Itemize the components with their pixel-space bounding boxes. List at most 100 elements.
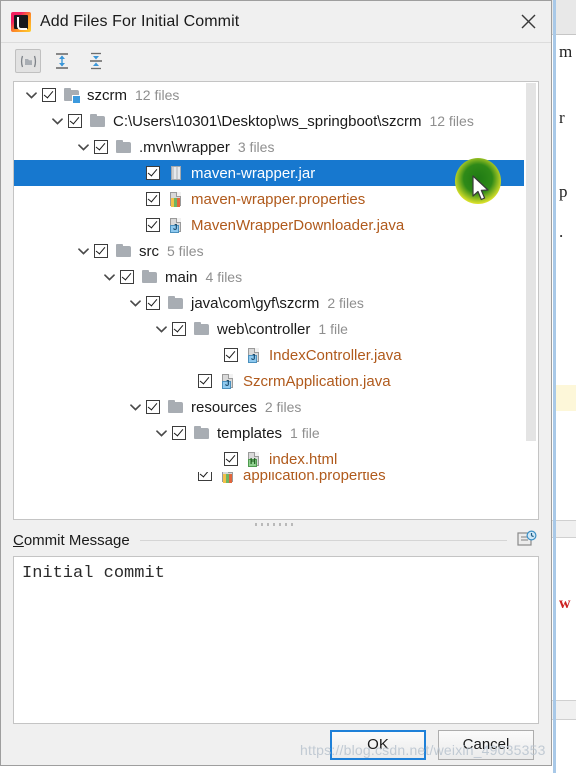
folder-icon xyxy=(193,425,211,441)
properties-icon xyxy=(219,472,237,483)
tree-row-file-count: 1 file xyxy=(318,321,348,337)
tree-indent-spacer xyxy=(124,186,146,212)
tree-row[interactable]: szcrm 12 files xyxy=(14,82,524,108)
collapse-all-icon[interactable] xyxy=(83,49,109,73)
tree-row-label: MavenWrapperDownloader.java xyxy=(191,216,405,234)
dialog-title: Add Files For Initial Commit xyxy=(40,12,240,30)
tree-row-file-count: 5 files xyxy=(167,243,204,259)
tree-row[interactable]: src 5 files xyxy=(14,238,524,264)
watermark-text: https://blog.csdn.net/weixin_49035353 xyxy=(300,742,546,758)
background-highlight-band xyxy=(556,385,576,411)
file-tree[interactable]: szcrm 12 files C:\Users\10301\Desktop\ws_s… xyxy=(14,82,524,519)
chevron-down-icon[interactable] xyxy=(72,238,94,264)
tree-row[interactable]: IndexController.java xyxy=(14,342,524,368)
tree-row[interactable]: maven-wrapper.jar xyxy=(14,160,524,186)
tree-row-label: src xyxy=(139,242,159,260)
tree-row-checkbox[interactable] xyxy=(198,374,212,388)
commit-message-history-icon[interactable] xyxy=(517,530,539,550)
panel-splitter[interactable] xyxy=(1,520,551,529)
tree-row-checkbox[interactable] xyxy=(146,218,160,232)
tree-row-checkbox[interactable] xyxy=(68,114,82,128)
java-icon xyxy=(245,347,263,363)
tree-row[interactable]: templates 1 file xyxy=(14,420,524,446)
tree-row-checkbox[interactable] xyxy=(94,140,108,154)
close-icon[interactable] xyxy=(505,1,551,42)
commit-message-divider xyxy=(139,539,507,541)
tree-row-checkbox[interactable] xyxy=(224,452,238,466)
commit-message-input[interactable]: Initial commit xyxy=(13,556,539,724)
tree-row-checkbox[interactable] xyxy=(224,348,238,362)
tree-row[interactable]: SzcrmApplication.java xyxy=(14,368,524,394)
background-char-1: m xyxy=(559,42,573,61)
tree-row[interactable]: main 4 files xyxy=(14,264,524,290)
tree-row[interactable]: application.properties xyxy=(14,472,524,488)
tree-row-checkbox[interactable] xyxy=(120,270,134,284)
chevron-down-icon[interactable] xyxy=(150,420,172,446)
chevron-down-icon[interactable] xyxy=(124,394,146,420)
tree-row-checkbox[interactable] xyxy=(172,426,186,440)
html-icon xyxy=(245,451,263,467)
tree-row[interactable]: MavenWrapperDownloader.java xyxy=(14,212,524,238)
tree-row-file-count: 2 files xyxy=(264,399,302,415)
folder-icon xyxy=(115,139,133,155)
tree-row-file-count: 12 files xyxy=(429,113,474,129)
file-tree-panel: szcrm 12 files C:\Users\10301\Desktop\ws_s… xyxy=(13,81,539,520)
commit-message-header: Commit Message xyxy=(1,529,551,551)
tree-row-label: web\controller xyxy=(217,320,311,338)
tree-row[interactable]: C:\Users\10301\Desktop\ws_springboot\szc… xyxy=(14,108,524,134)
tree-row-label: SzcrmApplication.java xyxy=(243,372,391,390)
folder-icon xyxy=(167,295,185,311)
tree-scrollbar-thumb[interactable] xyxy=(526,83,536,441)
commit-message-label: Commit Message xyxy=(13,531,130,549)
chevron-down-icon[interactable] xyxy=(98,264,120,290)
module-icon xyxy=(63,87,81,104)
tree-row-label: resources xyxy=(191,398,257,416)
tree-row-checkbox[interactable] xyxy=(198,472,212,481)
tree-row-file-count: 3 files xyxy=(237,139,275,155)
tree-row-checkbox[interactable] xyxy=(146,296,160,310)
tree-row[interactable]: .mvn\wrapper 3 files xyxy=(14,134,524,160)
commit-message-text: Initial commit xyxy=(22,564,165,583)
folder-group-icon[interactable] xyxy=(15,49,41,73)
tree-row-label: application.properties xyxy=(243,472,386,484)
tree-row[interactable]: web\controller 1 file xyxy=(14,316,524,342)
tree-row[interactable]: maven-wrapper.properties xyxy=(14,186,524,212)
expand-all-icon[interactable] xyxy=(49,49,75,73)
tree-row-file-count: 4 files xyxy=(205,269,243,285)
background-char-4: . xyxy=(559,222,564,241)
tree-toolbar xyxy=(1,43,551,79)
tree-row-checkbox[interactable] xyxy=(146,192,160,206)
folder-icon xyxy=(115,243,133,259)
chevron-down-icon[interactable] xyxy=(20,82,42,108)
tree-indent-spacer xyxy=(202,446,224,472)
tree-vertical-scrollbar[interactable] xyxy=(524,82,538,519)
background-gutter-line xyxy=(553,0,556,773)
tree-row-label: main xyxy=(165,268,198,286)
tree-indent-spacer xyxy=(124,160,146,186)
chevron-down-icon[interactable] xyxy=(46,108,68,134)
folder-icon xyxy=(141,269,159,285)
folder-icon xyxy=(89,113,107,129)
chevron-down-icon[interactable] xyxy=(72,134,94,160)
add-files-dialog: Add Files For Initial Commit szcrm 12 fi… xyxy=(0,0,552,766)
tree-row-checkbox[interactable] xyxy=(146,400,160,414)
chevron-down-icon[interactable] xyxy=(124,290,146,316)
chevron-down-icon[interactable] xyxy=(150,316,172,342)
tree-row-label: templates xyxy=(217,424,283,442)
tree-row-checkbox[interactable] xyxy=(94,244,108,258)
properties-icon xyxy=(167,191,185,207)
tree-row[interactable]: java\com\gyf\szcrm 2 files xyxy=(14,290,524,316)
tree-indent-spacer xyxy=(176,368,198,394)
background-char-2: r xyxy=(559,108,565,127)
tree-row-checkbox[interactable] xyxy=(42,88,56,102)
tree-row[interactable]: resources 2 files xyxy=(14,394,524,420)
tree-row[interactable]: index.html xyxy=(14,446,524,472)
tree-row-checkbox[interactable] xyxy=(172,322,186,336)
jar-icon xyxy=(167,165,185,181)
tree-row-file-count: 1 file xyxy=(290,425,320,441)
tree-row-label: maven-wrapper.jar xyxy=(191,164,316,182)
intellij-idea-icon xyxy=(11,11,31,32)
tree-row-label: .mvn\wrapper xyxy=(139,138,230,156)
tree-row-file-count: 12 files xyxy=(135,87,180,103)
tree-row-checkbox[interactable] xyxy=(146,166,160,180)
